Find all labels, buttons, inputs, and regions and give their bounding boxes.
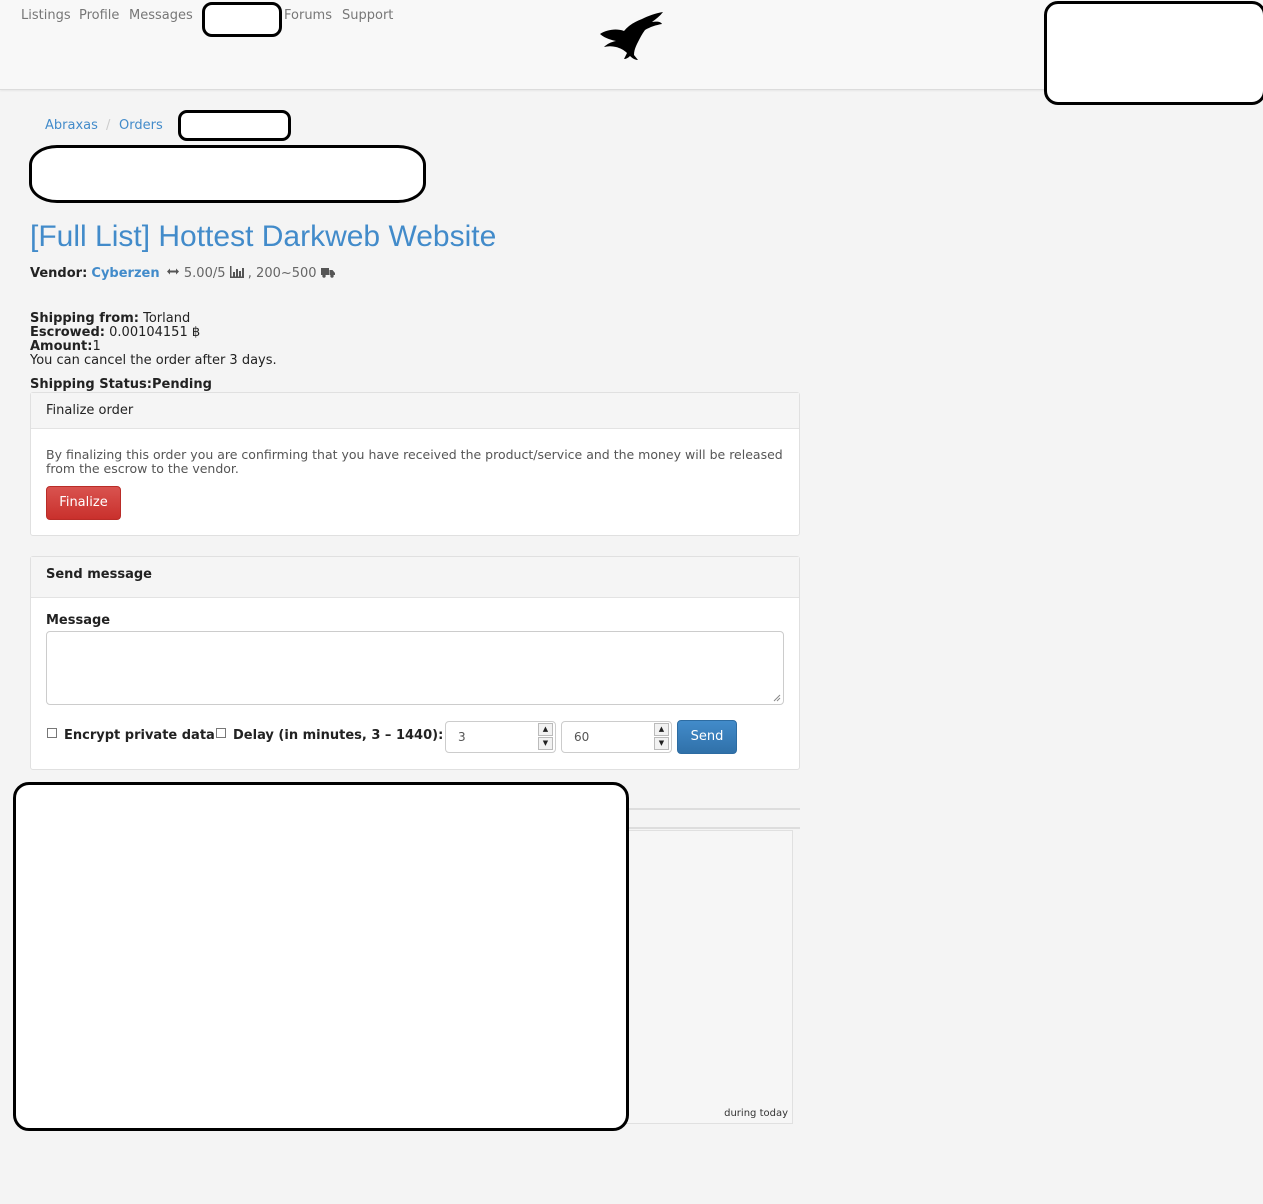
shipping-status-line: Shipping Status:Pending xyxy=(30,378,212,392)
graph-caption: during today xyxy=(724,1108,788,1119)
shipping-from-value: Torland xyxy=(143,311,191,326)
shipping-from-label: Shipping from: xyxy=(30,311,139,326)
breadcrumb-abraxas[interactable]: Abraxas xyxy=(45,118,98,133)
vendor-label: Vendor: xyxy=(30,266,88,281)
nav-listings[interactable]: Listings xyxy=(21,8,71,23)
redacted-breadcrumb-item xyxy=(178,110,291,141)
finalize-panel-title: Finalize order xyxy=(31,393,799,429)
finalize-order-panel: Finalize order By finalizing this order … xyxy=(30,392,800,536)
send-message-panel: Send message Message Encrypt private dat… xyxy=(30,556,800,770)
message-label: Message xyxy=(46,613,111,628)
breadcrumb-orders[interactable]: Orders xyxy=(119,118,163,133)
nav-profile[interactable]: Profile xyxy=(79,8,119,23)
escrowed-label: Escrowed: xyxy=(30,325,105,340)
amount-value: 1 xyxy=(92,339,101,354)
escrowed-value: 0.00104151 ฿ xyxy=(109,325,201,340)
encrypt-checkbox[interactable] xyxy=(47,728,57,738)
spinner-up-icon[interactable]: ▲ xyxy=(654,723,669,736)
vendor-link[interactable]: Cyberzen xyxy=(91,266,159,281)
nav-forums[interactable]: Forums xyxy=(284,8,332,23)
finalize-panel-text: By finalizing this order you are confirm… xyxy=(46,447,783,476)
vendor-sales-range: , 200~500 xyxy=(247,266,317,281)
spinner-down-icon[interactable]: ▼ xyxy=(538,737,553,750)
resize-grip-icon[interactable] xyxy=(773,694,781,702)
truck-icon xyxy=(320,268,335,278)
delay-max-spinner[interactable]: ▲ ▼ xyxy=(654,723,670,751)
encrypt-label: Encrypt private data xyxy=(64,728,215,743)
message-textarea[interactable] xyxy=(46,631,784,705)
redacted-account-box xyxy=(1044,1,1263,105)
escrowed-line: Escrowed: 0.00104151 ฿ xyxy=(30,326,200,340)
nav-messages[interactable]: Messages xyxy=(129,8,193,23)
delay-min-spinner[interactable]: ▲ ▼ xyxy=(538,723,554,751)
listing-title[interactable]: [Full List] Hottest Darkweb Website xyxy=(30,220,496,254)
redacted-nav-item xyxy=(202,2,282,37)
send-button[interactable]: Send xyxy=(677,720,737,754)
eagle-logo-icon[interactable] xyxy=(598,10,666,62)
finalize-button[interactable]: Finalize xyxy=(46,486,121,520)
shipping-from-line: Shipping from: Torland xyxy=(30,312,190,326)
shipping-status-label: Shipping Status: xyxy=(30,377,152,392)
delay-checkbox[interactable] xyxy=(216,728,226,738)
bar-chart-icon xyxy=(229,266,244,278)
redacted-messages-area xyxy=(13,782,629,1131)
amount-line: Amount:1 xyxy=(30,340,101,354)
transfer-arrows-icon xyxy=(166,268,179,275)
breadcrumb-separator: / xyxy=(106,118,111,133)
redacted-heading xyxy=(29,145,426,203)
spinner-down-icon[interactable]: ▼ xyxy=(654,737,669,750)
spinner-up-icon[interactable]: ▲ xyxy=(538,723,553,736)
vendor-line: Vendor: Cyberzen 5.00/5 , 200~500 xyxy=(30,266,335,281)
delay-max-input[interactable]: 60 ▲ ▼ xyxy=(561,721,672,753)
shipping-status-value: Pending xyxy=(151,377,212,392)
cancel-note: You can cancel the order after 3 days. xyxy=(30,353,277,368)
send-message-panel-title: Send message xyxy=(31,557,799,598)
delay-min-value: 3 xyxy=(458,730,466,744)
amount-label: Amount: xyxy=(30,339,93,354)
delay-max-value: 60 xyxy=(574,730,590,744)
delay-label: Delay (in minutes, 3 – 1440): xyxy=(233,728,444,743)
nav-support[interactable]: Support xyxy=(342,8,393,23)
delay-min-input[interactable]: 3 ▲ ▼ xyxy=(445,721,556,753)
vendor-rating: 5.00/5 xyxy=(183,266,226,281)
